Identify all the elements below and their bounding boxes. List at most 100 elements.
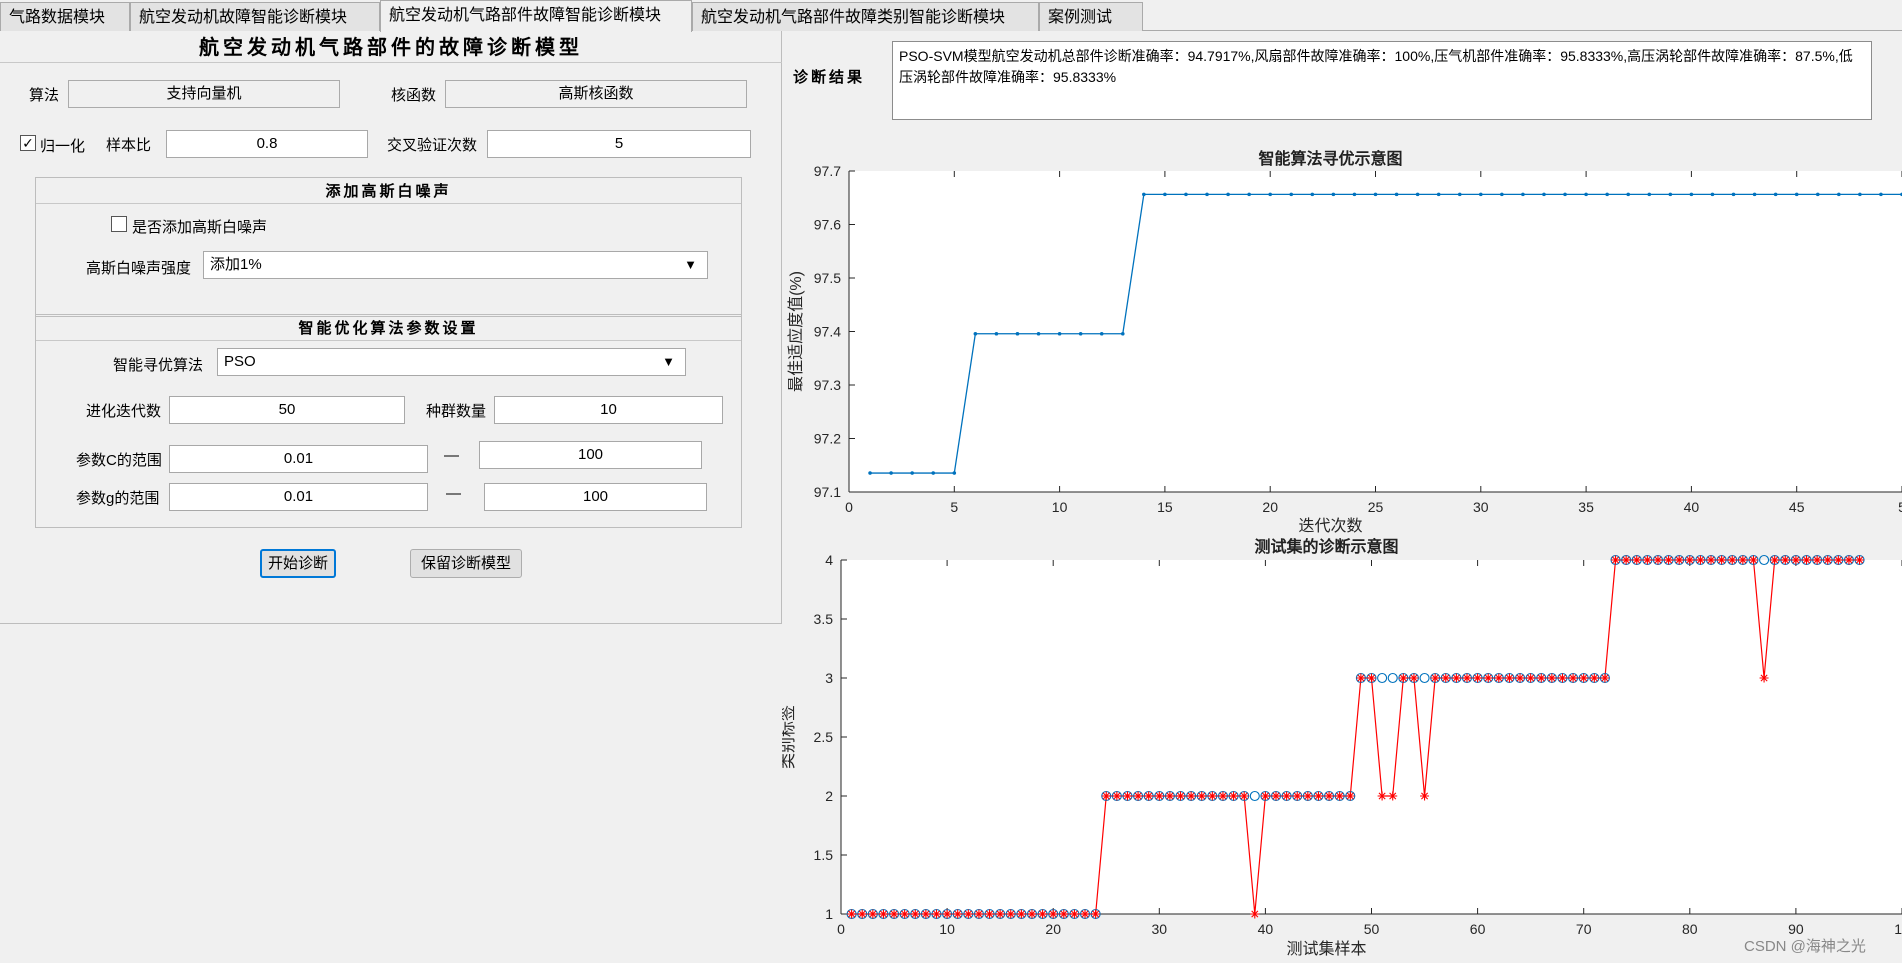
noise-strength-select[interactable]: 添加1% ▼ <box>203 251 708 279</box>
x-tick-label: 30 <box>1152 921 1168 937</box>
fitness-point <box>1415 192 1420 197</box>
tab-engine-fault-diagnosis[interactable]: 航空发动机故障智能诊断模块 <box>130 2 380 31</box>
population-label: 种群数量 <box>426 403 487 420</box>
x-tick-label: 15 <box>1157 499 1173 515</box>
y-tick-label: 2 <box>825 788 833 804</box>
tab-bar: 气路数据模块 航空发动机故障智能诊断模块 航空发动机气路部件故障智能诊断模块 航… <box>0 0 1902 32</box>
fitness-point <box>973 331 978 336</box>
fitness-point <box>1205 192 1209 197</box>
add-noise-label: 是否添加高斯白噪声 <box>132 219 268 236</box>
optimizer-value: PSO <box>224 353 256 370</box>
plot-area <box>841 560 1902 914</box>
fitness-point <box>994 331 999 336</box>
y-tick-label: 97.2 <box>814 431 841 447</box>
x-tick-label: 20 <box>1262 499 1278 515</box>
fitness-point <box>1142 192 1146 197</box>
fitness-point <box>1226 192 1230 197</box>
fitness-point <box>1879 192 1883 197</box>
sample-ratio-label: 样本比 <box>106 137 152 154</box>
plot-area <box>849 171 1902 492</box>
panel-title: 航空发动机气路部件的故障诊断模型 <box>0 31 782 63</box>
param-g-min-input[interactable]: 0.01 <box>169 483 428 511</box>
y-tick-label: 97.7 <box>814 163 841 179</box>
noise-strength-value: 添加1% <box>210 256 262 273</box>
iterations-input[interactable]: 50 <box>169 396 405 424</box>
noise-group: 添加高斯白噪声 是否添加高斯白噪声 高斯白噪声强度 添加1% ▼ <box>35 177 742 317</box>
fitness-point <box>1247 192 1251 197</box>
chart-title: 智能算法寻优示意图 <box>1258 149 1402 168</box>
x-tick-label: 70 <box>1576 921 1592 937</box>
param-c-max-input[interactable]: 100 <box>479 441 702 469</box>
x-tick-label: 40 <box>1258 921 1274 937</box>
fitness-point <box>1668 192 1673 197</box>
fitness-point <box>1163 192 1167 197</box>
sample-ratio-input[interactable]: 0.8 <box>166 130 368 158</box>
x-tick-label: 40 <box>1684 499 1700 515</box>
x-tick-label: 50 <box>1364 921 1380 937</box>
y-tick-label: 3.5 <box>814 611 834 627</box>
result-label: 诊断结果 <box>793 68 866 86</box>
optimizer-group-title: 智能优化算法参数设置 <box>36 315 741 341</box>
noise-group-title: 添加高斯白噪声 <box>36 178 741 204</box>
normalize-label: 归一化 <box>40 138 86 155</box>
y-tick-label: 2.5 <box>814 729 834 745</box>
y-tick-label: 97.1 <box>814 484 841 500</box>
chevron-down-icon: ▼ <box>684 257 697 272</box>
fitness-point <box>1310 192 1315 197</box>
x-tick-label: 60 <box>1470 921 1486 937</box>
y-tick-label: 4 <box>825 552 833 568</box>
cv-folds-input[interactable]: 5 <box>487 130 751 158</box>
add-noise-checkbox[interactable] <box>111 216 127 232</box>
optimizer-select[interactable]: PSO ▼ <box>217 348 686 376</box>
x-tick-label: 10 <box>1052 499 1068 515</box>
fitness-point <box>1331 192 1336 197</box>
algorithm-field: 支持向量机 <box>68 80 340 108</box>
start-diagnosis-button[interactable]: 开始诊断 <box>260 549 336 578</box>
param-g-max-input[interactable]: 100 <box>484 483 707 511</box>
y-tick-label: 97.3 <box>814 377 841 393</box>
fitness-point <box>1268 192 1272 197</box>
y-tick-label: 97.6 <box>814 217 841 233</box>
chart-title: 测试集的诊断示意图 <box>1254 537 1398 556</box>
x-tick-label: 80 <box>1682 921 1698 937</box>
tab-gas-path-data[interactable]: 气路数据模块 <box>0 2 130 31</box>
tab-fault-category-diagnosis[interactable]: 航空发动机气路部件故障类别智能诊断模块 <box>692 2 1039 31</box>
y-tick-label: 1 <box>825 906 833 922</box>
normalize-checkbox[interactable]: ✓ <box>20 135 36 151</box>
tab-gas-path-component-diagnosis[interactable]: 航空发动机气路部件故障智能诊断模块 <box>380 0 692 32</box>
x-tick-label: 5 <box>1898 499 1902 515</box>
result-textbox[interactable]: PSO-SVM模型航空发动机总部件诊断准确率：94.7917%,风扇部件故障准确… <box>892 41 1872 120</box>
tab-case-test[interactable]: 案例测试 <box>1039 2 1143 31</box>
fitness-point <box>1858 192 1862 197</box>
fitness-point <box>910 471 914 475</box>
fitness-point <box>1120 331 1125 336</box>
cv-folds-label: 交叉验证次数 <box>387 137 478 154</box>
fitness-point <box>1373 192 1378 197</box>
fitness-point <box>1289 192 1294 197</box>
x-tick-label: 45 <box>1789 499 1805 515</box>
fitness-point <box>1689 192 1694 197</box>
save-model-button[interactable]: 保留诊断模型 <box>410 549 522 578</box>
y-tick-label: 3 <box>825 670 833 686</box>
test-set-chart: 测试集的诊断示意图01020304050607080901011.522.533… <box>782 537 1902 958</box>
fitness-point <box>868 471 872 475</box>
fitness-point <box>1626 192 1631 197</box>
population-input[interactable]: 10 <box>494 396 723 424</box>
param-c-min-input[interactable]: 0.01 <box>169 445 428 473</box>
fitness-point <box>1584 192 1588 197</box>
fitness-point <box>1099 331 1104 336</box>
fitness-point <box>1436 192 1441 197</box>
x-tick-label: 35 <box>1578 499 1594 515</box>
fitness-point <box>952 471 957 475</box>
y-axis-label: 类别标签 <box>782 705 797 769</box>
fitness-point <box>1752 192 1757 197</box>
optimizer-group: 智能优化算法参数设置 智能寻优算法 PSO ▼ 进化迭代数 50 种群数量 10… <box>35 314 742 528</box>
fitness-point <box>1563 192 1567 197</box>
param-c-label: 参数C的范围 <box>76 452 162 469</box>
x-tick-label: 10 <box>939 921 955 937</box>
fitness-point <box>1394 192 1399 197</box>
x-tick-label: 30 <box>1473 499 1489 515</box>
fitness-point <box>1794 192 1799 197</box>
x-tick-label: 10 <box>1894 921 1902 937</box>
fitness-point <box>1731 192 1736 197</box>
